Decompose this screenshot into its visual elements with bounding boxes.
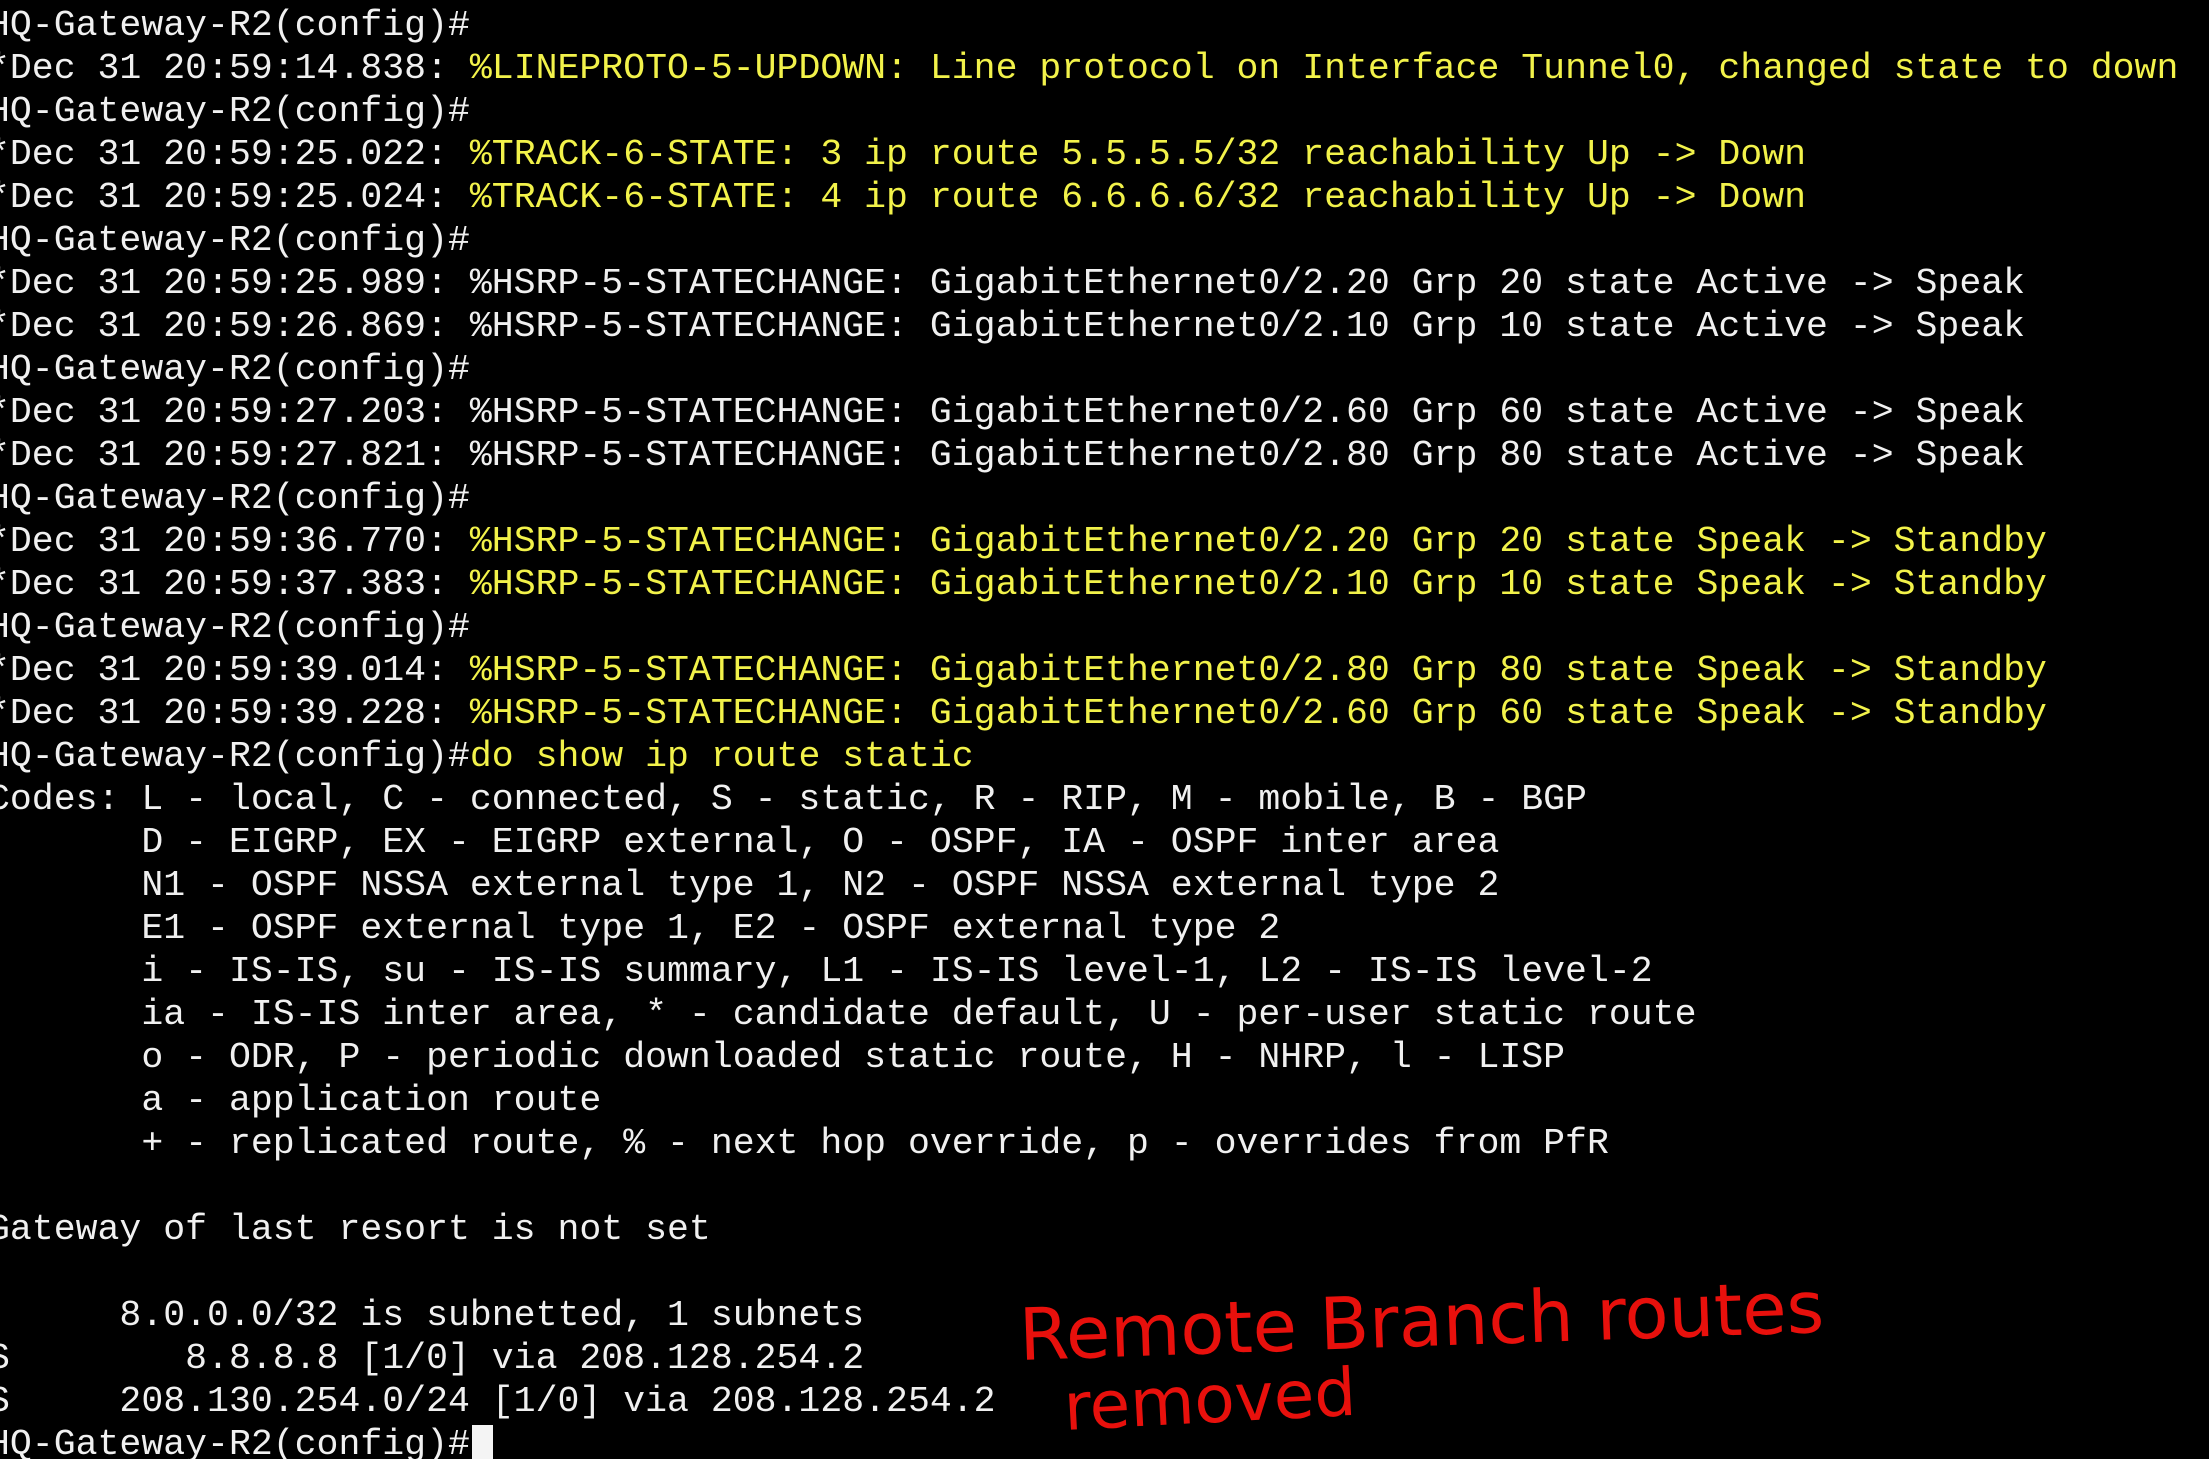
terminal-line: o - ODR, P - periodic downloaded static … (0, 1036, 1565, 1079)
highlighted-text: %HSRP-5-STATECHANGE: GigabitEthernet0/2.… (469, 693, 2047, 734)
line-text: HQ-Gateway-R2(config)# (0, 1424, 470, 1459)
terminal-window[interactable]: HQ-Gateway-R2(config)# *Dec 31 20:59:14.8… (0, 0, 2209, 1459)
line-prefix: *Dec 31 20:59:39.228: (0, 693, 470, 734)
terminal-line: Gateway of last resort is not set (0, 1208, 711, 1251)
line-text: S 208.130.254.0/24 [1/0] via 208.128.254… (0, 1381, 996, 1422)
highlighted-text: %TRACK-6-STATE: 4 ip route 6.6.6.6/32 re… (469, 177, 1807, 218)
terminal-line: *Dec 31 20:59:25.024: %TRACK-6-STATE: 4 … (0, 176, 1806, 219)
line-text: ia - IS-IS inter area, * - candidate def… (0, 994, 1697, 1035)
line-prefix: HQ-Gateway-R2(config)# (0, 736, 470, 777)
terminal-line: *Dec 31 20:59:37.383: %HSRP-5-STATECHANG… (0, 563, 2047, 606)
terminal-line: HQ-Gateway-R2(config)#do show ip route s… (0, 735, 974, 778)
line-prefix: *Dec 31 20:59:25.022: (0, 134, 470, 175)
line-text: i - IS-IS, su - IS-IS summary, L1 - IS-I… (0, 951, 1653, 992)
text-cursor (471, 1425, 493, 1459)
terminal-line: HQ-Gateway-R2(config)# (0, 90, 470, 133)
line-text: Gateway of last resort is not set (0, 1209, 711, 1250)
handwritten-annotation: Remote Branch routes removed (1018, 1265, 1826, 1446)
terminal-line: *Dec 31 20:59:39.014: %HSRP-5-STATECHANG… (0, 649, 2047, 692)
line-text: + - replicated route, % - next hop overr… (0, 1123, 1609, 1164)
terminal-line: a - application route (0, 1079, 601, 1122)
line-text: HQ-Gateway-R2(config)# (0, 91, 470, 132)
terminal-line: *Dec 31 20:59:27.203: %HSRP-5-STATECHANG… (0, 391, 2025, 434)
line-prefix: *Dec 31 20:59:36.770: (0, 521, 470, 562)
line-text: S 8.8.8.8 [1/0] via 208.128.254.2 (0, 1338, 865, 1379)
terminal-line: *Dec 31 20:59:25.022: %TRACK-6-STATE: 3 … (0, 133, 1806, 176)
line-text: a - application route (0, 1080, 602, 1121)
line-text: HQ-Gateway-R2(config)# (0, 5, 470, 46)
terminal-line: Codes: L - local, C - connected, S - sta… (0, 778, 1587, 821)
line-text: HQ-Gateway-R2(config)# (0, 478, 470, 519)
terminal-line: *Dec 31 20:59:36.770: %HSRP-5-STATECHANG… (0, 520, 2047, 563)
annotation-line-2: removed (1062, 1354, 1358, 1446)
terminal-line: S 208.130.254.0/24 [1/0] via 208.128.254… (0, 1380, 996, 1423)
terminal-line: S 8.8.8.8 [1/0] via 208.128.254.2 (0, 1337, 864, 1380)
highlighted-text: do show ip route static (469, 736, 974, 777)
terminal-line: *Dec 31 20:59:26.869: %HSRP-5-STATECHANG… (0, 305, 2025, 348)
line-text: 8.0.0.0/32 is subnetted, 1 subnets (0, 1295, 865, 1336)
terminal-line: 8.0.0.0/32 is subnetted, 1 subnets (0, 1294, 864, 1337)
highlighted-text: %HSRP-5-STATECHANGE: GigabitEthernet0/2.… (469, 521, 2047, 562)
line-text: E1 - OSPF external type 1, E2 - OSPF ext… (0, 908, 1281, 949)
terminal-line: HQ-Gateway-R2(config)# (0, 1423, 493, 1459)
terminal-line: E1 - OSPF external type 1, E2 - OSPF ext… (0, 907, 1280, 950)
line-text: Codes: L - local, C - connected, S - sta… (0, 779, 1587, 820)
terminal-line: HQ-Gateway-R2(config)# (0, 219, 470, 262)
terminal-line: *Dec 31 20:59:27.821: %HSRP-5-STATECHANG… (0, 434, 2025, 477)
line-text: *Dec 31 20:59:26.869: %HSRP-5-STATECHANG… (0, 306, 2026, 347)
terminal-line: ia - IS-IS inter area, * - candidate def… (0, 993, 1696, 1036)
terminal-line: i - IS-IS, su - IS-IS summary, L1 - IS-I… (0, 950, 1653, 993)
line-text: HQ-Gateway-R2(config)# (0, 220, 470, 261)
terminal-line: + - replicated route, % - next hop overr… (0, 1122, 1609, 1165)
highlighted-text: %HSRP-5-STATECHANGE: GigabitEthernet0/2.… (469, 564, 2047, 605)
annotation-line-1: Remote Branch routes (1018, 1265, 1826, 1377)
terminal-line: *Dec 31 20:59:39.228: %HSRP-5-STATECHANG… (0, 692, 2047, 735)
terminal-line: *Dec 31 20:59:14.838: %LINEPROTO-5-UPDOW… (0, 47, 2178, 90)
terminal-line: HQ-Gateway-R2(config)# (0, 477, 470, 520)
line-text: *Dec 31 20:59:27.821: %HSRP-5-STATECHANG… (0, 435, 2026, 476)
line-text: N1 - OSPF NSSA external type 1, N2 - OSP… (0, 865, 1500, 906)
terminal-line: D - EIGRP, EX - EIGRP external, O - OSPF… (0, 821, 1499, 864)
line-prefix: *Dec 31 20:59:14.838: (0, 48, 470, 89)
line-text: o - ODR, P - periodic downloaded static … (0, 1037, 1566, 1078)
highlighted-text: %LINEPROTO-5-UPDOWN: Line protocol on In… (469, 48, 2179, 89)
line-text: *Dec 31 20:59:27.203: %HSRP-5-STATECHANG… (0, 392, 2026, 433)
line-prefix: *Dec 31 20:59:37.383: (0, 564, 470, 605)
line-prefix: *Dec 31 20:59:25.024: (0, 177, 470, 218)
highlighted-text: %HSRP-5-STATECHANGE: GigabitEthernet0/2.… (469, 650, 2047, 691)
line-text: HQ-Gateway-R2(config)# (0, 607, 470, 648)
terminal-line: N1 - OSPF NSSA external type 1, N2 - OSP… (0, 864, 1499, 907)
line-text: HQ-Gateway-R2(config)# (0, 349, 470, 390)
terminal-line: HQ-Gateway-R2(config)# (0, 348, 470, 391)
terminal-line: HQ-Gateway-R2(config)# (0, 606, 470, 649)
terminal-line: *Dec 31 20:59:25.989: %HSRP-5-STATECHANG… (0, 262, 2025, 305)
highlighted-text: %TRACK-6-STATE: 3 ip route 5.5.5.5/32 re… (469, 134, 1807, 175)
terminal-line: HQ-Gateway-R2(config)# (0, 4, 470, 47)
line-text: *Dec 31 20:59:25.989: %HSRP-5-STATECHANG… (0, 263, 2026, 304)
line-prefix: *Dec 31 20:59:39.014: (0, 650, 470, 691)
line-text: D - EIGRP, EX - EIGRP external, O - OSPF… (0, 822, 1500, 863)
